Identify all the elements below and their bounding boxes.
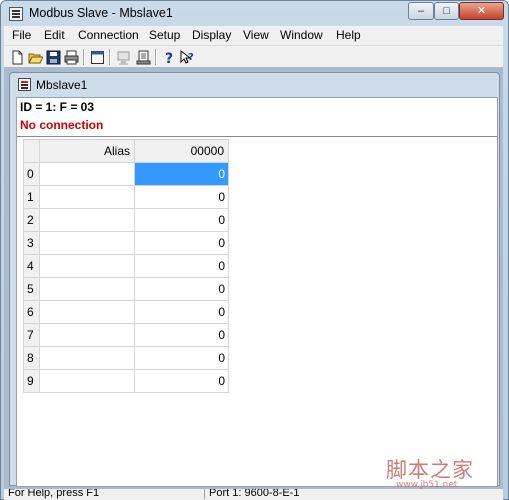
status-port-text: Port 1: 9600-8-E-1	[204, 489, 300, 499]
toolbar-separator	[83, 49, 85, 65]
svg-text:?: ?	[188, 52, 194, 63]
child-client-area: ID = 1: F = 03 No connection Alias 00000…	[16, 97, 498, 487]
alias-cell[interactable]	[39, 300, 135, 324]
value-cell[interactable]: 0	[134, 346, 229, 370]
close-button[interactable]: ✕	[459, 2, 504, 20]
value-cell[interactable]: 0	[134, 185, 229, 209]
register-grid: Alias 00000 0 0 1 0 2 0 3 0 4 0 5 0 6 0 …	[23, 139, 229, 393]
table-row: 8 0	[23, 346, 229, 370]
title-bar[interactable]: Modbus Slave - Mbslave1 – □ ✕	[1, 1, 508, 27]
table-row: 6 0	[23, 300, 229, 324]
svg-text:?: ?	[165, 51, 173, 65]
value-cell[interactable]: 0	[134, 369, 229, 393]
value-cell[interactable]: 0	[134, 208, 229, 232]
slave-id-function: ID = 1: F = 03	[20, 100, 95, 114]
child-window-title: Mbslave1	[36, 78, 88, 92]
alias-cell[interactable]	[39, 346, 135, 370]
table-row: 7 0	[23, 323, 229, 347]
alias-cell[interactable]	[39, 323, 135, 347]
column-header-alias[interactable]: Alias	[39, 139, 135, 163]
row-header[interactable]: 7	[23, 323, 40, 347]
table-row: 0 0	[23, 162, 229, 186]
connection-status: No connection	[20, 118, 104, 132]
table-row: 5 0	[23, 277, 229, 301]
row-header[interactable]: 4	[23, 254, 40, 278]
menu-display[interactable]: Display	[192, 28, 231, 42]
status-bar: For Help, press F1 Port 1: 9600-8-E-1	[4, 489, 503, 500]
table-row: 1 0	[23, 185, 229, 209]
toolbar: ? ?	[4, 45, 503, 67]
menu-view[interactable]: View	[243, 28, 269, 42]
alias-cell[interactable]	[39, 162, 135, 186]
table-row: 4 0	[23, 254, 229, 278]
table-row: 2 0	[23, 208, 229, 232]
alias-cell[interactable]	[39, 254, 135, 278]
print-icon[interactable]	[62, 48, 80, 66]
window-icon[interactable]	[88, 48, 106, 66]
toolbar-separator	[109, 49, 111, 65]
menu-bar: File Edit Connection Setup Display View …	[4, 26, 503, 45]
table-row: 9 0	[23, 369, 229, 393]
menu-help[interactable]: Help	[336, 28, 361, 42]
row-header[interactable]: 8	[23, 346, 40, 370]
row-header[interactable]: 2	[23, 208, 40, 232]
menu-setup[interactable]: Setup	[149, 28, 180, 42]
value-cell[interactable]: 0	[134, 277, 229, 301]
grid-corner[interactable]	[23, 139, 40, 163]
value-cell[interactable]: 0	[134, 323, 229, 347]
row-header[interactable]: 5	[23, 277, 40, 301]
row-header[interactable]: 6	[23, 300, 40, 324]
app-icon[interactable]	[9, 7, 23, 21]
grid-header-row: Alias 00000	[23, 139, 229, 163]
document-icon[interactable]	[18, 78, 31, 91]
menu-file[interactable]: File	[12, 28, 31, 42]
row-header[interactable]: 0	[23, 162, 40, 186]
toolbar-separator	[155, 49, 157, 65]
value-cell[interactable]: 0	[134, 254, 229, 278]
open-icon[interactable]	[26, 48, 44, 66]
column-header-address[interactable]: 00000	[134, 139, 229, 163]
window-title: Modbus Slave - Mbslave1	[29, 6, 173, 20]
header-divider	[17, 136, 497, 137]
value-cell-selected[interactable]: 0	[134, 162, 229, 186]
alias-cell[interactable]	[39, 277, 135, 301]
new-icon[interactable]	[8, 48, 26, 66]
maximize-button[interactable]: □	[434, 2, 459, 20]
row-header[interactable]: 3	[23, 231, 40, 255]
save-icon[interactable]	[44, 48, 62, 66]
alias-cell[interactable]	[39, 208, 135, 232]
alias-cell[interactable]	[39, 231, 135, 255]
menu-edit[interactable]: Edit	[44, 28, 65, 42]
value-cell[interactable]: 0	[134, 231, 229, 255]
value-cell[interactable]: 0	[134, 300, 229, 324]
print-preview-icon[interactable]	[134, 48, 152, 66]
child-title-bar[interactable]: Mbslave1	[10, 73, 499, 97]
menu-connection[interactable]: Connection	[78, 28, 139, 42]
child-window: Mbslave1 ID = 1: F = 03 No connection Al…	[9, 72, 500, 487]
row-header[interactable]: 9	[23, 369, 40, 393]
alias-cell[interactable]	[39, 369, 135, 393]
context-help-icon[interactable]: ?	[178, 48, 196, 66]
menu-window[interactable]: Window	[280, 28, 323, 42]
status-help-text: For Help, press F1	[8, 489, 100, 499]
disconnect-icon	[114, 48, 132, 66]
table-row: 3 0	[23, 231, 229, 255]
alias-cell[interactable]	[39, 185, 135, 209]
help-icon[interactable]: ?	[160, 48, 178, 66]
minimize-button[interactable]: –	[408, 2, 434, 20]
row-header[interactable]: 1	[23, 185, 40, 209]
